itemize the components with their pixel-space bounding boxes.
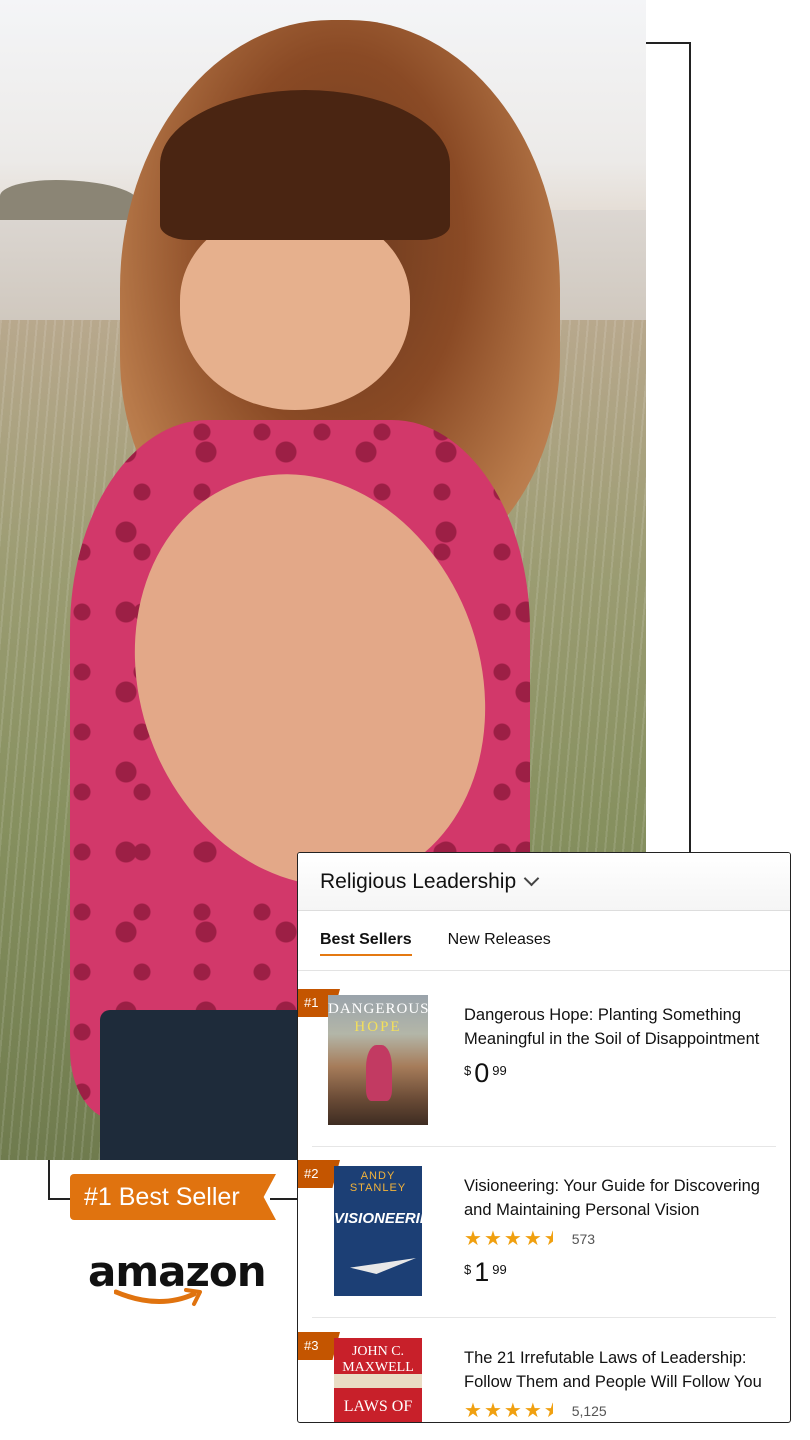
best-sellers-panel: Religious Leadership Best Sellers New Re… — [297, 852, 791, 1423]
photo-bangs — [160, 90, 450, 240]
divider — [312, 1146, 776, 1147]
star-icon: ★ — [483, 1400, 502, 1422]
best-seller-badge: #1 Best Seller — [70, 1174, 276, 1220]
book-cover[interactable]: ANDY STANLEY VISIONEERING — [334, 1166, 422, 1296]
book-title[interactable]: Visioneering: Your Guide for Discovering… — [464, 1174, 780, 1222]
connector-line-top — [646, 42, 691, 44]
price-symbol: $ — [464, 1262, 472, 1277]
item-info: Dangerous Hope: Planting Something Meani… — [464, 1003, 780, 1087]
price-cents: 99 — [492, 1262, 507, 1277]
category-header[interactable]: Religious Leadership — [298, 853, 790, 911]
price-whole: 1 — [474, 1257, 490, 1287]
amazon-logo: amazon — [88, 1248, 268, 1316]
star-rating[interactable]: ★ ★ ★ ★ ★ 573 — [464, 1228, 780, 1250]
connector-line-right — [689, 42, 691, 853]
item-info: The 21 Irrefutable Laws of Leadership: F… — [464, 1346, 780, 1422]
star-icon: ★ — [483, 1228, 502, 1250]
book-title[interactable]: The 21 Irrefutable Laws of Leadership: F… — [464, 1346, 780, 1394]
cover-title: LAWS OF — [343, 1398, 413, 1415]
divider — [312, 1317, 776, 1318]
price: $ 0 99 — [464, 1059, 780, 1087]
cover-author-first: ANDY — [360, 1170, 396, 1182]
tab-bar: Best Sellers New Releases — [298, 911, 790, 971]
rating-count: 5,125 — [571, 1403, 607, 1419]
star-icon: ★ — [503, 1228, 522, 1250]
list-item[interactable]: #2 ANDY STANLEY VISIONEERING Visioneerin… — [298, 1160, 790, 1320]
cover-author: JOHN C. MAXWELL — [342, 1344, 414, 1375]
rating-count: 573 — [571, 1231, 596, 1247]
cover-author-last: STANLEY — [349, 1182, 407, 1194]
book-title[interactable]: Dangerous Hope: Planting Something Meani… — [464, 1003, 780, 1051]
item-info: Visioneering: Your Guide for Discovering… — [464, 1174, 780, 1286]
star-icon: ★ — [523, 1400, 542, 1422]
cover-title: DANGEROUS — [328, 1001, 428, 1017]
cover-title: VISIONEERING — [334, 1210, 422, 1227]
half-star-icon: ★ — [543, 1400, 562, 1422]
category-title: Religious Leadership — [320, 869, 517, 893]
list-item[interactable]: #1 DANGEROUS HOPE Dangerous Hope: Planti… — [298, 989, 790, 1139]
half-star-icon: ★ — [543, 1228, 562, 1250]
cover-figure — [366, 1045, 392, 1101]
star-rating[interactable]: ★ ★ ★ ★ ★ 5,125 — [464, 1400, 780, 1422]
price-cents: 99 — [492, 1063, 507, 1078]
amazon-smile-icon — [114, 1288, 202, 1306]
book-cover[interactable]: JOHN C. MAXWELL LAWS OF — [334, 1338, 422, 1422]
book-cover[interactable]: DANGEROUS HOPE — [328, 995, 428, 1125]
tab-best-sellers[interactable]: Best Sellers — [320, 931, 412, 956]
paper-plane-icon — [350, 1258, 416, 1274]
connector-line-left — [48, 1160, 50, 1200]
star-icon: ★ — [464, 1228, 482, 1250]
price-whole: 0 — [474, 1058, 490, 1088]
photo-jeans — [100, 1010, 320, 1160]
price: $ 1 99 — [464, 1258, 780, 1286]
star-icon: ★ — [523, 1228, 542, 1250]
star-icon: ★ — [464, 1400, 482, 1422]
connector-line-badge — [270, 1198, 298, 1200]
connector-line-bottom — [48, 1198, 72, 1200]
cover-band — [334, 1374, 422, 1388]
cover-subtitle: HOPE — [354, 1019, 402, 1035]
price-symbol: $ — [464, 1063, 472, 1078]
tab-new-releases[interactable]: New Releases — [448, 931, 551, 951]
photo-face — [180, 210, 410, 410]
chevron-down-icon[interactable] — [523, 870, 540, 887]
list-item[interactable]: #3 JOHN C. MAXWELL LAWS OF The 21 Irrefu… — [298, 1332, 790, 1422]
star-icon: ★ — [503, 1400, 522, 1422]
